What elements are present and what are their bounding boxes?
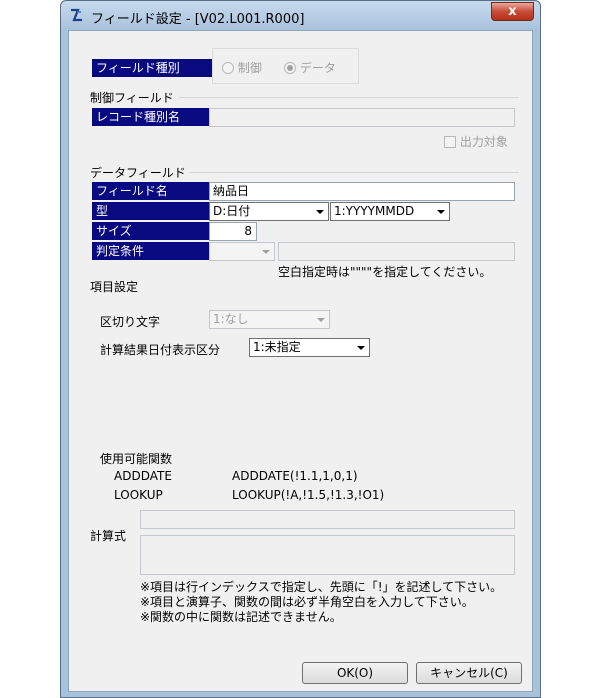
ok-button[interactable]: OK(O) (302, 662, 408, 684)
radio-data[interactable]: データ (284, 59, 336, 76)
field-type-label: フィールド種別 (92, 59, 212, 77)
radio-control-label: 制御 (237, 61, 262, 75)
condition-text-field[interactable] (278, 242, 515, 261)
size-label: サイズ (92, 222, 209, 240)
formula-textarea[interactable] (140, 535, 515, 575)
type-label: 型 (92, 202, 209, 220)
functions-title: 使用可能関数 (100, 452, 173, 466)
record-type-field[interactable] (209, 108, 515, 127)
formula-label: 計算式 (90, 529, 127, 543)
radio-data-icon (284, 62, 296, 74)
chevron-down-icon (437, 210, 445, 214)
note-line: ※項目は行インデックスで指定し、先頭に「!」を記述して下さい。 (140, 580, 503, 594)
control-field-title: 制御フィールド (90, 91, 174, 105)
radio-control-icon (222, 62, 234, 74)
dialog-window: フィールド設定 - [V02.L001.R000] x フィールド種別 制御 デ… (60, 0, 541, 698)
date-display-select-value: 1:未指定 (253, 340, 301, 354)
output-target-label: 出力対象 (459, 135, 508, 149)
radio-control[interactable]: 制御 (222, 59, 262, 76)
field-name-label: フィールド名 (92, 182, 209, 200)
note-line: ※関数の中に関数は記述できません。 (140, 610, 342, 624)
field-name-input[interactable]: 納品日 (209, 182, 515, 201)
delimiter-select-value: 1:なし (213, 312, 249, 326)
output-target-checkbox[interactable]: 出力対象 (444, 133, 508, 150)
data-field-title: データフィールド (90, 166, 186, 180)
blank-note: 空白指定時は""""を指定してください。 (278, 265, 492, 279)
cancel-button[interactable]: キャンセル(C) (416, 662, 522, 684)
format-select-value: 1:YYYYMMDD (334, 204, 415, 218)
notes: ※項目は行インデックスで指定し、先頭に「!」を記述して下さい。 ※項目と演算子、… (140, 580, 502, 625)
window-title: フィールド設定 - [V02.L001.R000] (91, 12, 305, 27)
condition-label: 判定条件 (92, 242, 209, 260)
control-field-divider (179, 97, 519, 98)
app-icon (71, 8, 82, 22)
function-name: LOOKUP (114, 488, 163, 502)
radio-data-label: データ (299, 61, 336, 75)
function-syntax: LOOKUP(!A,!1.5,!1.3,!O1) (232, 488, 385, 502)
chevron-down-icon (357, 346, 365, 350)
format-select[interactable]: 1:YYYYMMDD (330, 202, 450, 221)
close-button[interactable]: x (491, 2, 534, 21)
chevron-down-icon (262, 250, 270, 254)
condition-select[interactable] (209, 242, 275, 261)
date-display-select[interactable]: 1:未指定 (249, 338, 370, 357)
type-select-value: D:日付 (213, 204, 251, 218)
type-select[interactable]: D:日付 (209, 202, 329, 221)
delimiter-select[interactable]: 1:なし (209, 310, 330, 329)
function-name: ADDDATE (114, 469, 172, 483)
dialog-client: フィールド種別 制御 データ 制御フィールド レコード種別名 出力対象 データフ… (68, 30, 533, 692)
item-settings-title: 項目設定 (90, 280, 139, 294)
formula-line-field[interactable] (140, 510, 515, 529)
chevron-down-icon (316, 210, 324, 214)
delimiter-label: 区切り文字 (100, 315, 161, 329)
close-icon: x (508, 4, 517, 19)
function-syntax: ADDDATE(!1.1,1,0,1) (232, 469, 358, 483)
note-line: ※項目と演算子、関数の間は必ず半角空白を入力して下さい。 (140, 595, 474, 609)
output-target-check-icon (444, 136, 456, 148)
chevron-down-icon (317, 318, 325, 322)
record-type-label: レコード種別名 (92, 108, 209, 126)
size-input[interactable]: 8 (209, 222, 257, 241)
data-field-divider (189, 172, 519, 173)
title-bar[interactable]: フィールド設定 - [V02.L001.R000] x (61, 1, 540, 30)
date-display-label: 計算結果日付表示区分 (100, 343, 221, 357)
